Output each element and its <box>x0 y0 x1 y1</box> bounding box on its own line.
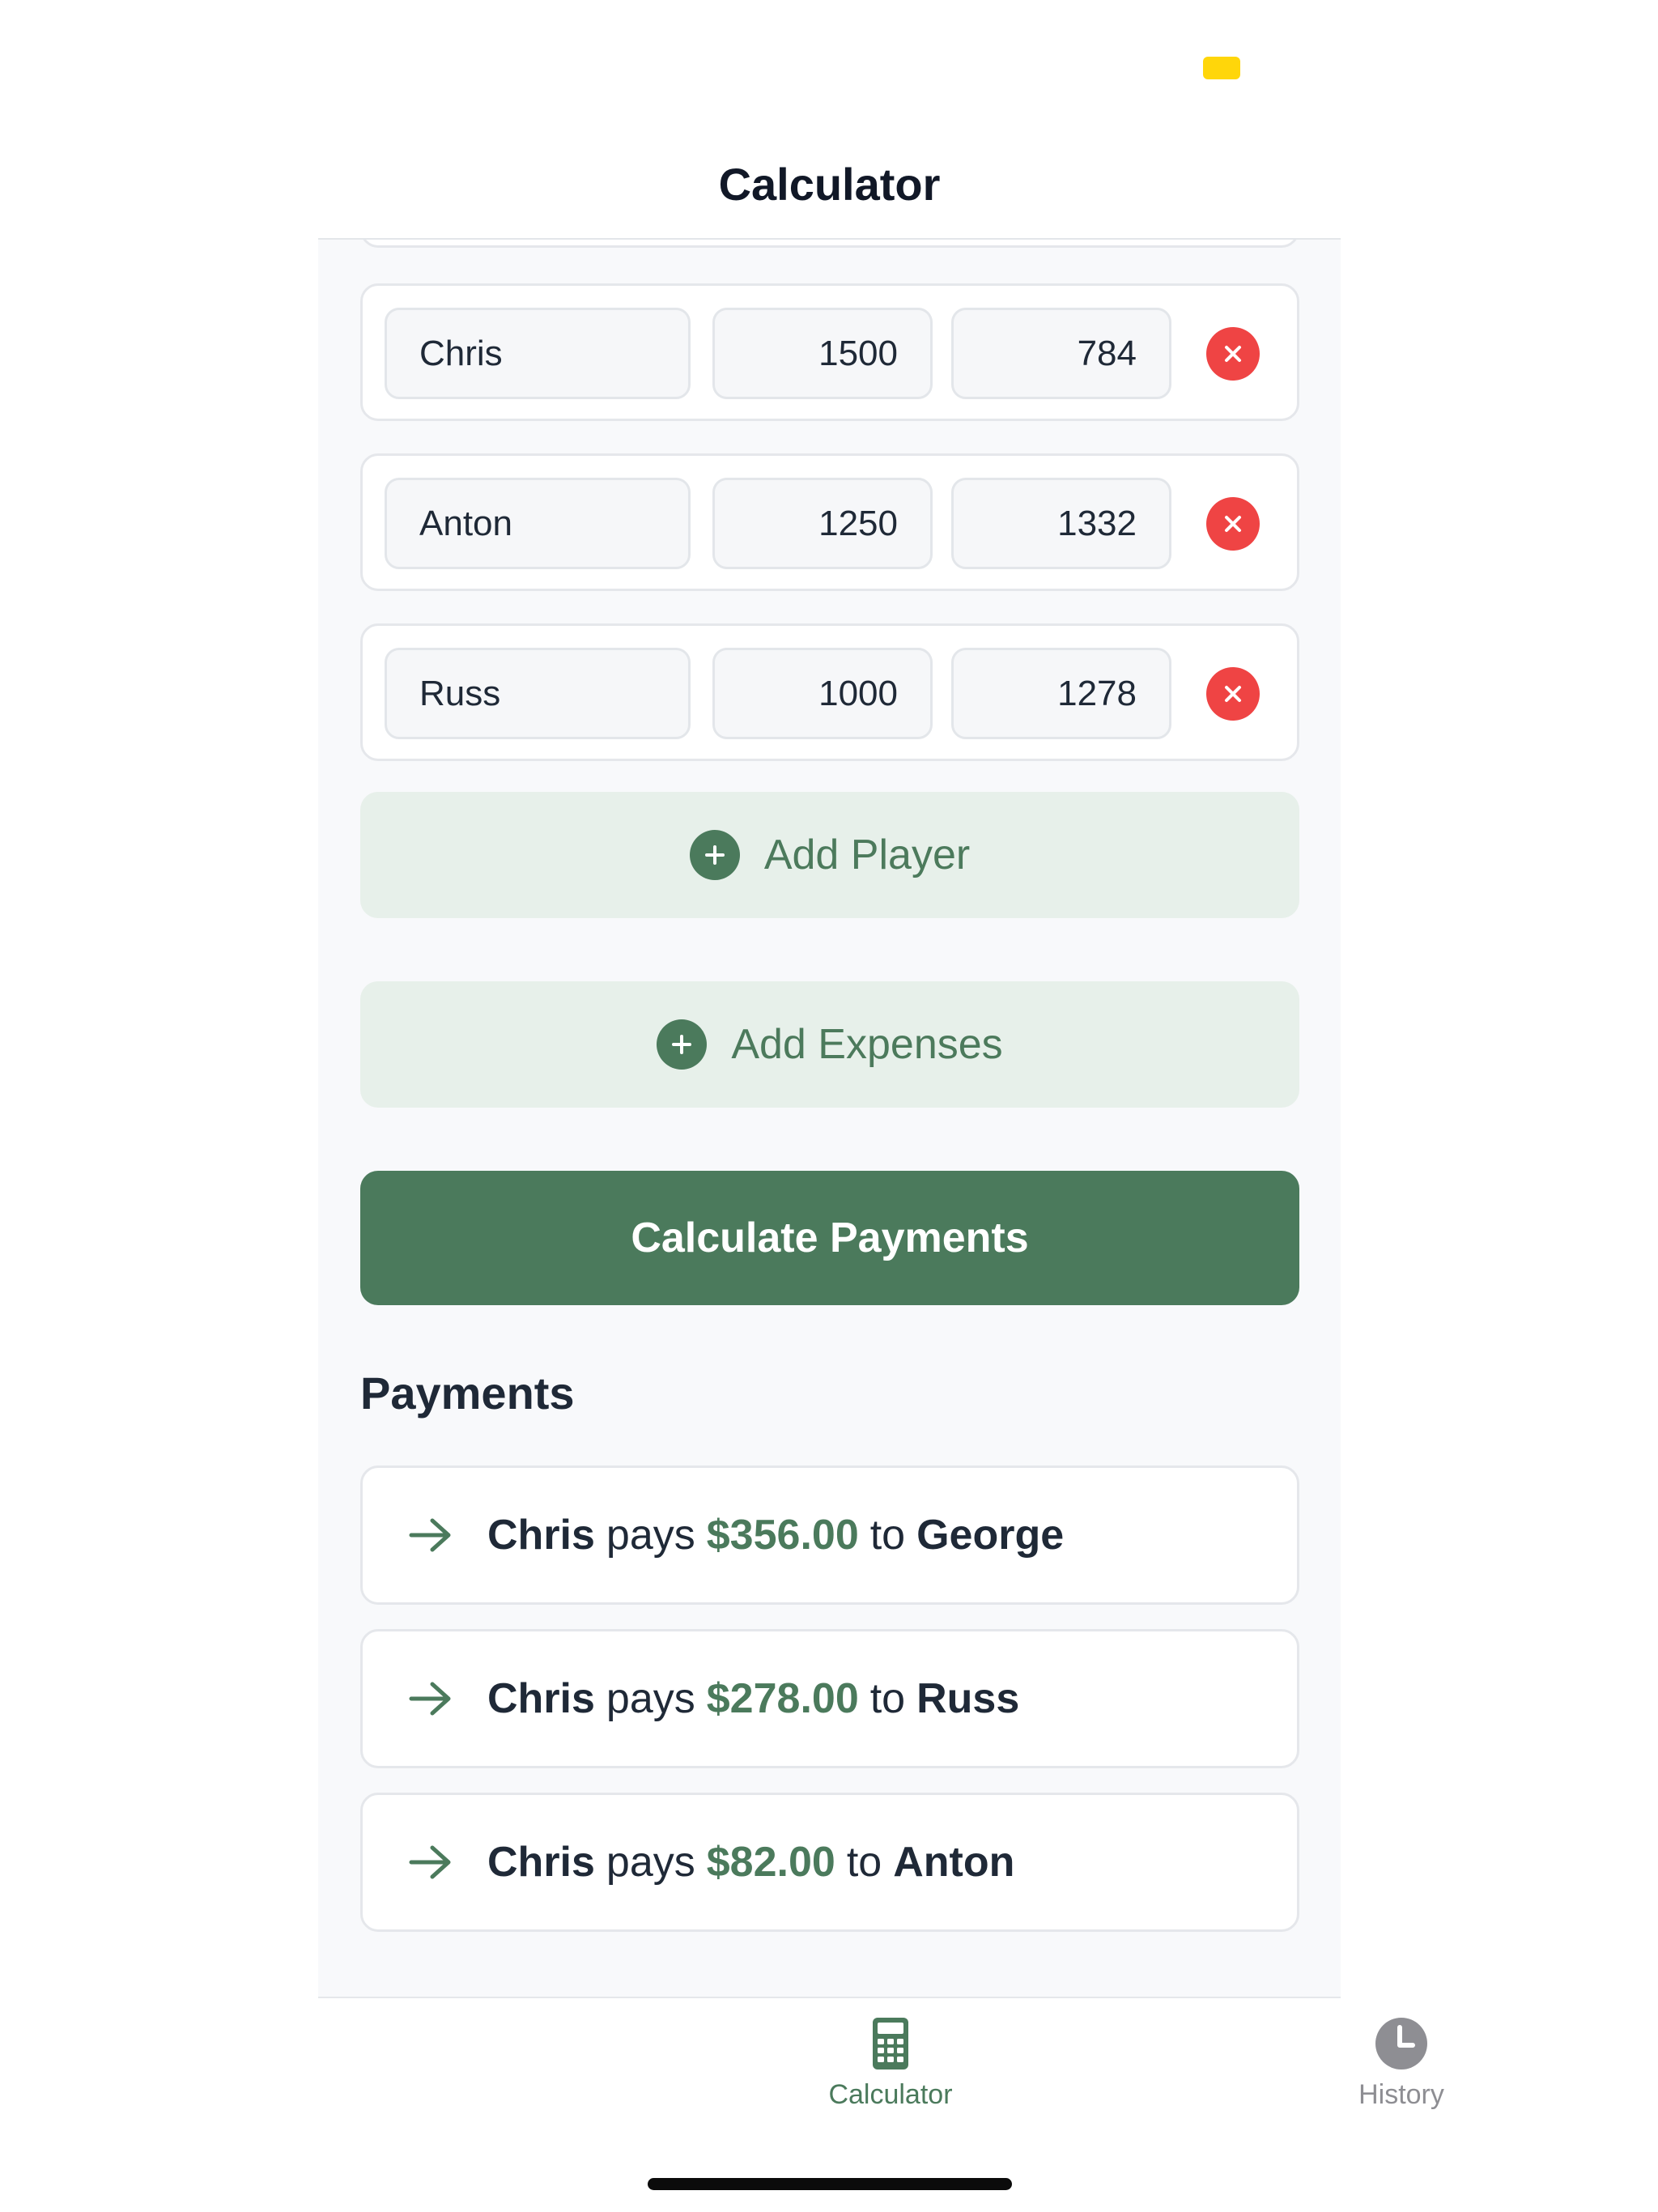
tab-bar: Calculator History <box>318 1997 1444 2111</box>
arrow-right-icon <box>409 1682 451 1716</box>
close-icon <box>1225 516 1241 532</box>
tab-calculator[interactable]: Calculator <box>769 2014 1012 2111</box>
add-player-label: Add Player <box>763 832 971 878</box>
player-name-input[interactable]: Chris <box>385 308 691 399</box>
player-name-input[interactable]: Russ <box>385 648 691 739</box>
status-indicator <box>1203 57 1240 79</box>
player-card-partial <box>360 240 1299 248</box>
arrow-right-icon <box>409 1845 451 1879</box>
close-icon <box>1225 346 1241 362</box>
player-card: Anton 1250 1332 <box>360 453 1299 591</box>
payment-item: Chris pays $278.00 to Russ <box>360 1629 1299 1768</box>
payment-item: Chris pays $356.00 to George <box>360 1465 1299 1605</box>
plus-circle-icon <box>689 830 740 880</box>
payment-to-word: to <box>846 1839 882 1886</box>
remove-player-button[interactable] <box>1206 667 1260 721</box>
add-expenses-button[interactable]: Add Expenses <box>360 981 1299 1108</box>
player-name-input[interactable]: Anton <box>385 478 691 569</box>
buy-in-input[interactable]: 1500 <box>712 308 933 399</box>
add-expenses-label: Add Expenses <box>731 1021 1003 1068</box>
clock-icon <box>1375 2018 1427 2069</box>
payment-to-word: to <box>869 1675 906 1722</box>
page-title: Calculator <box>718 158 941 210</box>
cash-out-input[interactable]: 1332 <box>951 478 1171 569</box>
payer-name: Chris <box>487 1839 595 1886</box>
payment-amount: $82.00 <box>706 1839 835 1886</box>
payer-name: Chris <box>487 1512 595 1559</box>
payment-verb: pays <box>606 1839 695 1886</box>
payer-name: Chris <box>487 1675 595 1722</box>
player-card: Russ 1000 1278 <box>360 623 1299 761</box>
calculate-payments-button[interactable]: Calculate Payments <box>360 1171 1299 1305</box>
payment-to-word: to <box>869 1512 906 1559</box>
close-icon <box>1225 686 1241 702</box>
calculator-content[interactable]: Chris 1500 784 Anton 1250 1332 Russ 1000… <box>318 240 1341 1997</box>
remove-player-button[interactable] <box>1206 327 1260 381</box>
payee-name: Anton <box>893 1839 1015 1886</box>
nav-header: Calculator <box>318 130 1341 240</box>
tab-history-label: History <box>1358 2079 1444 2110</box>
payment-verb: pays <box>606 1675 695 1722</box>
payee-name: Russ <box>916 1675 1020 1722</box>
remove-player-button[interactable] <box>1206 497 1260 551</box>
tab-history[interactable]: History <box>1280 2014 1523 2111</box>
cash-out-input[interactable]: 1278 <box>951 648 1171 739</box>
payment-amount: $356.00 <box>706 1512 859 1559</box>
player-card: Chris 1500 784 <box>360 283 1299 421</box>
buy-in-input[interactable]: 1250 <box>712 478 933 569</box>
payments-heading: Payments <box>360 1368 575 1419</box>
buy-in-input[interactable]: 1000 <box>712 648 933 739</box>
payment-amount: $278.00 <box>706 1675 859 1722</box>
tab-calculator-label: Calculator <box>828 2079 953 2110</box>
cash-out-input[interactable]: 784 <box>951 308 1171 399</box>
home-indicator[interactable] <box>648 2178 1012 2190</box>
payment-verb: pays <box>606 1512 695 1559</box>
arrow-right-icon <box>409 1518 451 1552</box>
plus-circle-icon <box>657 1019 708 1070</box>
payee-name: George <box>916 1512 1065 1559</box>
payment-item: Chris pays $82.00 to Anton <box>360 1793 1299 1932</box>
add-player-button[interactable]: Add Player <box>360 792 1299 918</box>
calculator-icon <box>873 2018 908 2069</box>
